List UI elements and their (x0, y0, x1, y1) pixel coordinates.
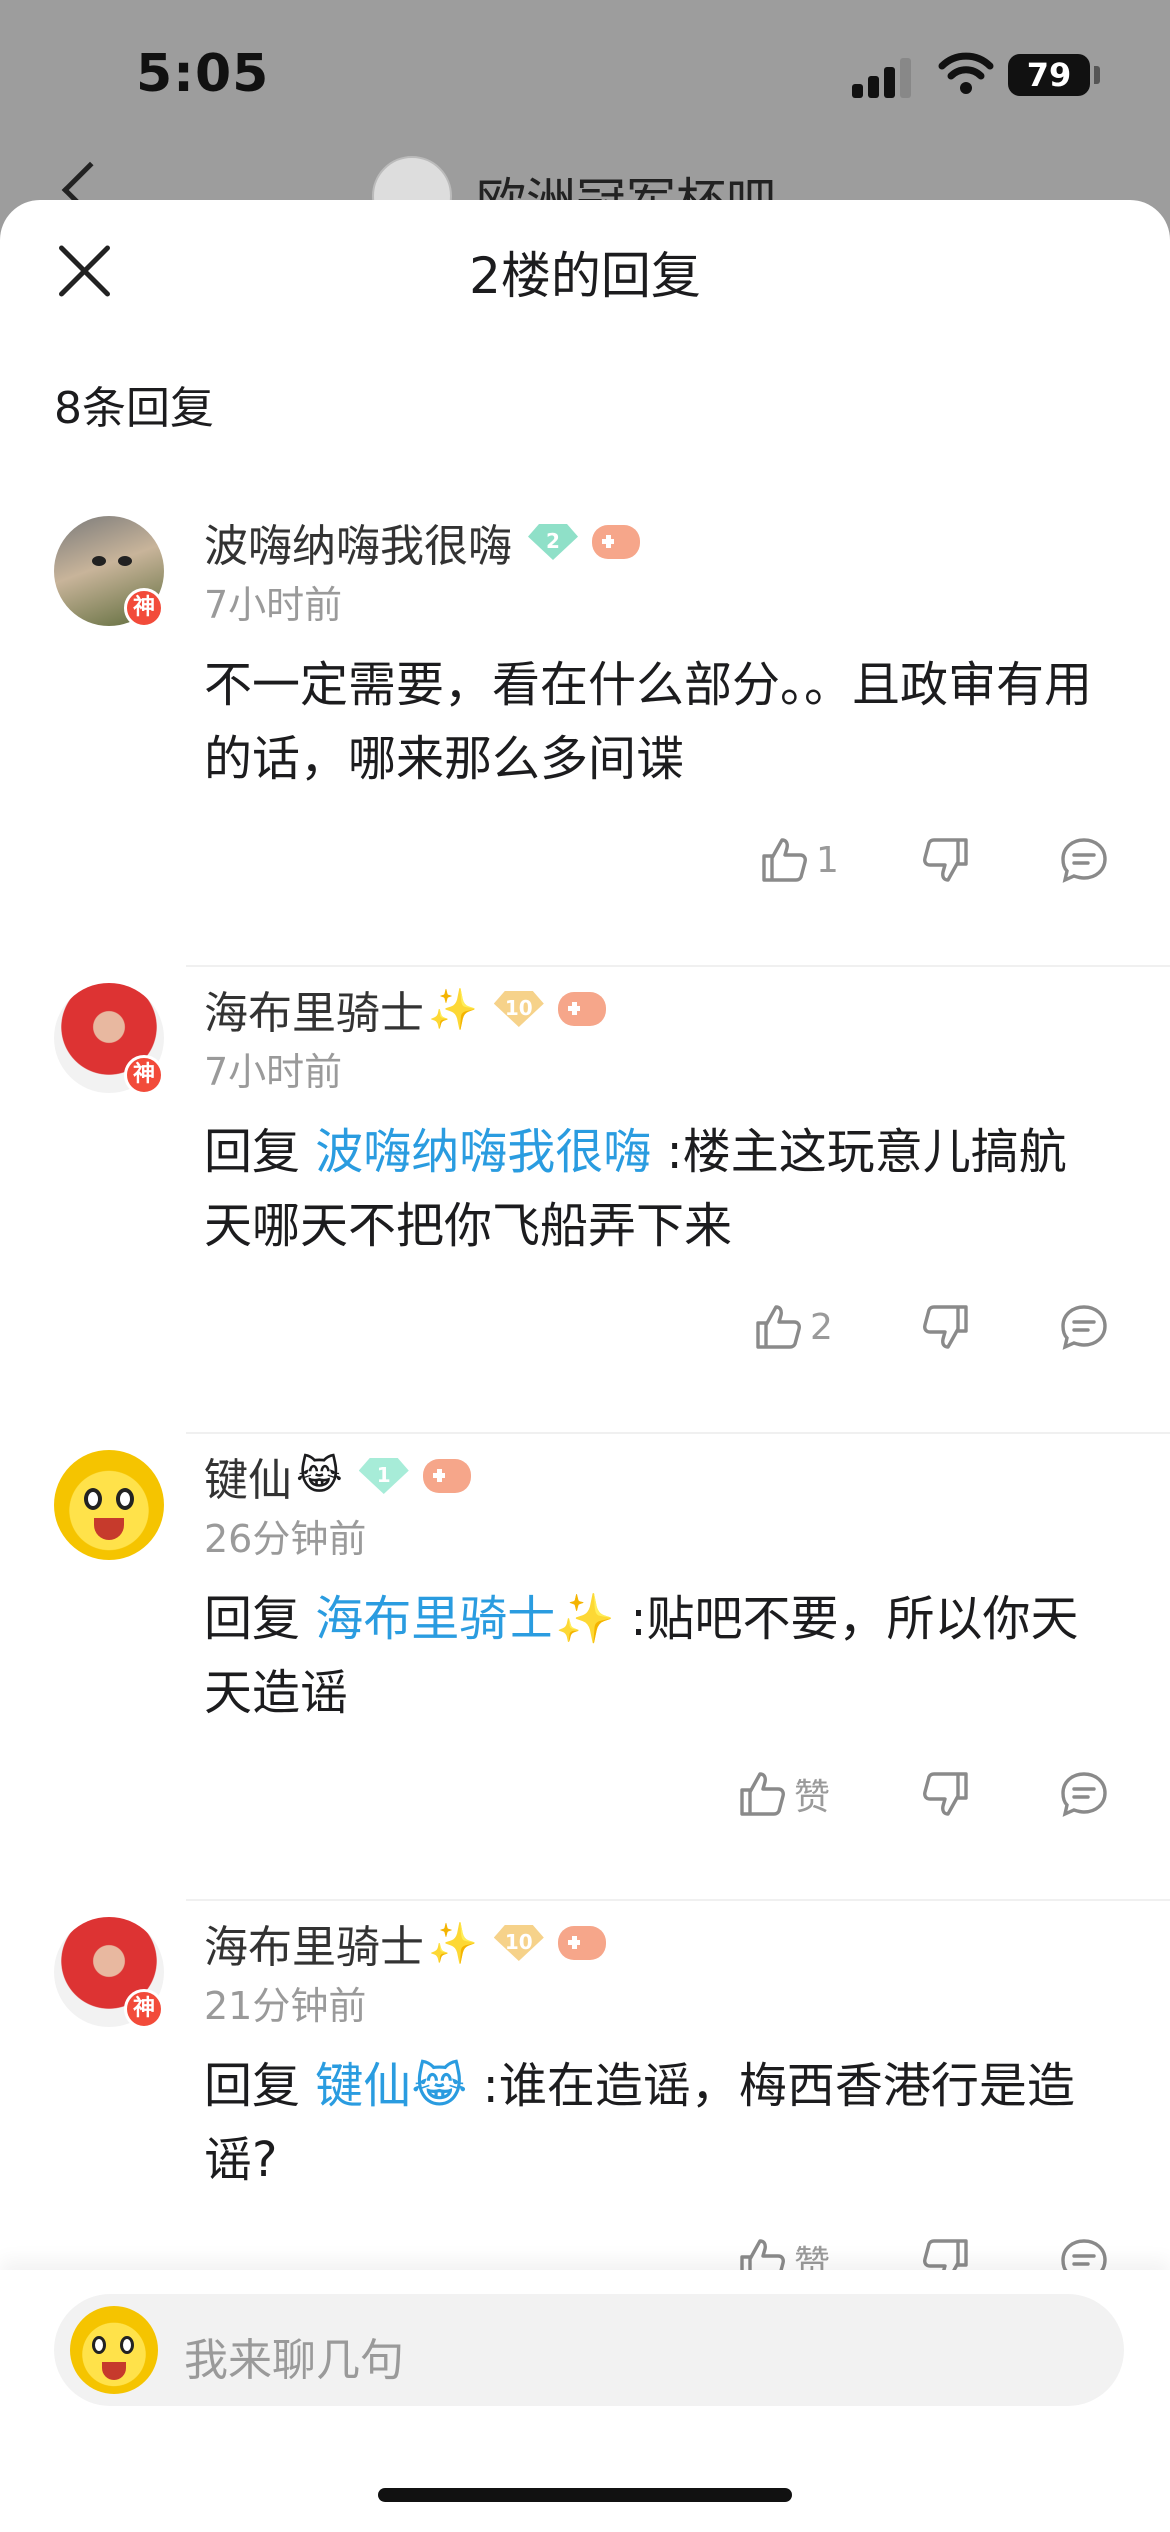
god-badge-icon: 神 (124, 1989, 164, 2029)
home-indicator[interactable] (378, 2488, 792, 2502)
gamepad-icon (557, 992, 606, 1026)
username[interactable]: 波嗨纳嗨我很嗨 (204, 510, 512, 574)
gamepad-icon (592, 525, 640, 559)
thumbs-up-icon (762, 838, 807, 882)
level-badge-icon: 1 (358, 1458, 409, 1494)
dislike-button[interactable] (920, 1764, 972, 1824)
like-count: 2 (810, 1306, 833, 1348)
comment-item: 神 波嗨纳嗨我很嗨 2 7小时前 不一定需要，看在什么部分。。且政审有用的话，哪… (0, 500, 1170, 967)
comment-time: 21分钟前 (204, 1984, 367, 2028)
like-button[interactable]: 2 (752, 1297, 833, 1357)
reply-count: 8条回复 (54, 383, 214, 434)
avatar[interactable] (54, 1450, 164, 1560)
thumbs-up-icon (740, 1772, 785, 1816)
dislike-button[interactable] (920, 830, 972, 890)
reply-input[interactable]: 我来聊几句 (54, 2294, 1124, 2406)
status-time: 5:05 (136, 44, 270, 104)
gamepad-icon (422, 1459, 471, 1493)
like-label: 赞 (794, 1777, 831, 1818)
status-bar: 5:05 79 (0, 0, 1170, 160)
comment-actions: 赞 (0, 1764, 1170, 1824)
username[interactable]: 海布里骑士 (204, 1911, 424, 1975)
like-button[interactable]: 1 (758, 830, 839, 890)
thumbs-down-icon (923, 1772, 968, 1816)
comment-time: 7小时前 (204, 583, 343, 627)
sheet-header: 2楼的回复 (0, 200, 1170, 330)
comment-actions: 2 (0, 1297, 1170, 1357)
comment-time: 7小时前 (204, 1050, 343, 1094)
wifi-icon (938, 52, 994, 94)
comment-bubble-icon (1061, 1772, 1107, 1817)
sparkles-emoji: ✨ (428, 986, 478, 1033)
reply-input-placeholder: 我来聊几句 (184, 2335, 404, 2386)
reply-button[interactable] (1058, 830, 1110, 890)
reply-input-bar: 我来聊几句 (0, 2270, 1170, 2532)
thumbs-down-icon (923, 838, 968, 882)
sheet-title: 2楼的回复 (469, 247, 701, 305)
comment-bubble-icon (1061, 1305, 1107, 1350)
like-count: 1 (816, 839, 839, 881)
comment-text: 回复 海布里骑士✨ :贴吧不要，所以你天天造谣 (204, 1591, 1079, 1721)
comment-text: 回复 键仙😹 :谁在造谣，梅西香港行是造谣? (204, 2058, 1075, 2188)
comment-time: 26分钟前 (204, 1517, 367, 1561)
username[interactable]: 海布里骑士 (204, 977, 424, 1041)
gamepad-icon (557, 1926, 606, 1960)
mention-link[interactable]: 键仙😹 (315, 2058, 467, 2114)
comment-list: 神 波嗨纳嗨我很嗨 2 7小时前 不一定需要，看在什么部分。。且政审有用的话，哪… (0, 500, 1170, 2368)
comment-text: 不一定需要，看在什么部分。。且政审有用的话，哪来那么多间谍 (204, 657, 1093, 787)
thumbs-up-icon (756, 1305, 801, 1349)
mention-link[interactable]: 海布里骑士✨ (315, 1591, 615, 1647)
battery-icon: 79 (1008, 54, 1100, 96)
cat-tears-emoji: 😹 (296, 1453, 343, 1499)
avatar (70, 2306, 158, 2394)
dislike-button[interactable] (920, 1297, 972, 1357)
sparkles-emoji: ✨ (428, 1920, 478, 1967)
level-badge-icon: 10 (493, 991, 544, 1027)
reply-button[interactable] (1058, 1297, 1110, 1357)
comment-item: 键仙 😹 1 26分钟前 回复 海布里骑士✨ :贴吧不要，所以你天天造谣 赞 (0, 1434, 1170, 1901)
thumbs-down-icon (923, 1305, 968, 1349)
comment-item: 神 海布里骑士 ✨ 10 7小时前 回复 波嗨纳嗨我很嗨 :楼主这玩意儿搞航天哪… (0, 967, 1170, 1434)
like-button[interactable]: 赞 (736, 1764, 830, 1824)
god-badge-icon: 神 (124, 588, 164, 628)
level-badge-icon: 10 (493, 1925, 544, 1961)
comment-bubble-icon (1061, 838, 1107, 883)
cellular-signal-icon (852, 56, 914, 98)
comment-actions: 1 (0, 830, 1170, 890)
comment-text: 回复 波嗨纳嗨我很嗨 :楼主这玩意儿搞航天哪天不把你飞船弄下来 (204, 1124, 1067, 1254)
level-badge-icon: 2 (528, 524, 578, 560)
reply-sheet: 2楼的回复 8条回复 神 波嗨纳嗨我很嗨 2 7小时前 不一定需要，看在什么部分… (0, 200, 1170, 2532)
username[interactable]: 键仙 (204, 1444, 292, 1508)
god-badge-icon: 神 (124, 1055, 164, 1095)
mention-link[interactable]: 波嗨纳嗨我很嗨 (315, 1124, 651, 1180)
reply-button[interactable] (1058, 1764, 1110, 1824)
